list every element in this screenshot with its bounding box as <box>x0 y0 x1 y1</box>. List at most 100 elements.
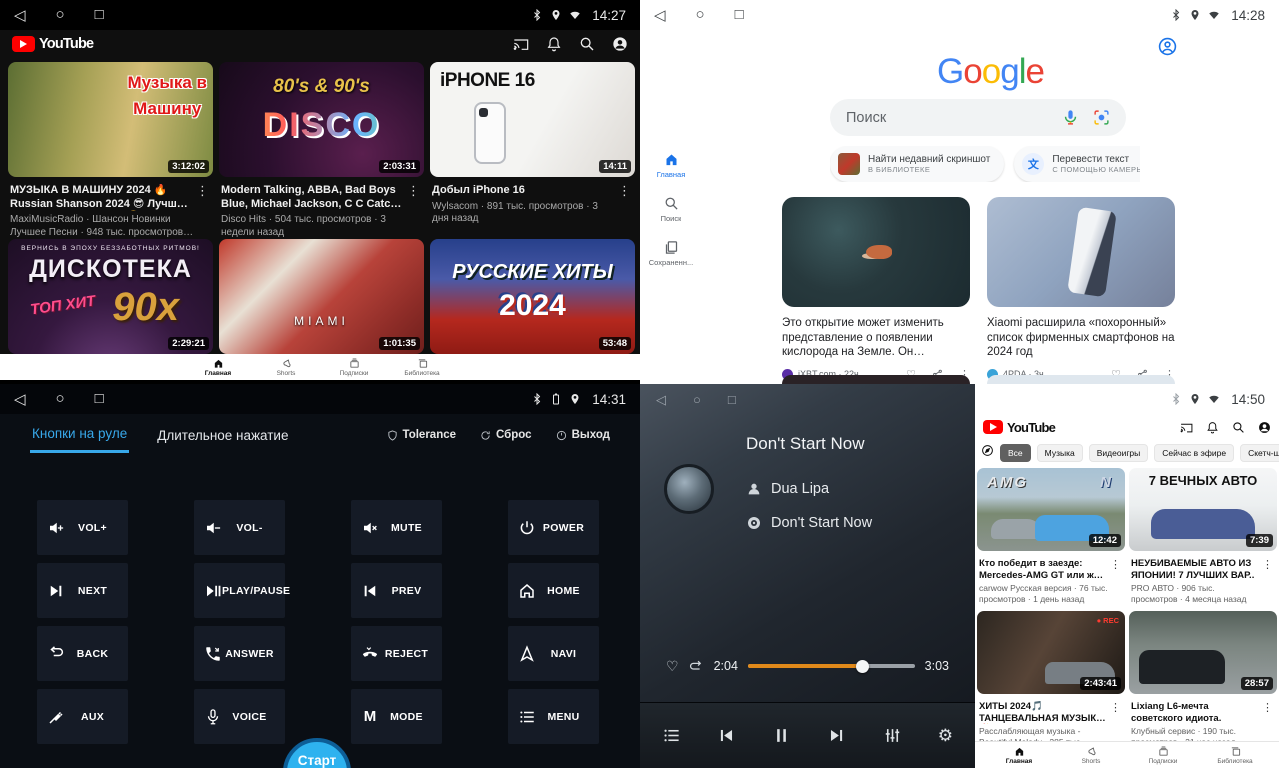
android-back-button[interactable]: ◁ <box>14 6 26 24</box>
tolerance-button[interactable]: Tolerance <box>387 429 456 441</box>
video-thumbnail[interactable]: REC 2:43:41 <box>977 611 1125 694</box>
video-thumbnail[interactable]: 7 ВЕЧНЫХ АВТО 7:39 <box>1129 468 1277 551</box>
youtube-logo[interactable]: YouTube <box>983 420 1055 435</box>
explore-icon[interactable] <box>981 444 994 462</box>
video-card[interactable]: REC 2:43:41 ХИТЫ 2024🎵 ТАНЦЕВАЛЬНАЯ МУЗЫ… <box>977 611 1125 747</box>
notifications-icon[interactable] <box>1206 421 1219 434</box>
equalizer-icon[interactable] <box>883 726 902 745</box>
account-avatar-icon[interactable] <box>612 36 628 52</box>
album-art[interactable] <box>664 464 714 514</box>
chip-sketch[interactable]: Скетч-шоу <box>1240 444 1279 462</box>
button-play-pause[interactable]: PLAY/PAUSE <box>194 563 285 618</box>
android-home-button[interactable]: ○ <box>56 6 65 24</box>
search-icon[interactable] <box>1232 421 1245 434</box>
rail-search[interactable]: Поиск <box>640 196 702 223</box>
video-thumbnail[interactable]: ВЕРНИСЬ В ЭПОХУ БЕЗЗАБОТНЫХ РИТМОВ! ДИСК… <box>8 239 213 354</box>
button-aux[interactable]: AUX <box>37 689 128 744</box>
queue-icon[interactable] <box>662 726 681 745</box>
more-icon[interactable]: ⋮ <box>1260 558 1275 604</box>
button-mode[interactable]: M MODE <box>351 689 442 744</box>
cast-icon[interactable] <box>1180 421 1193 434</box>
video-card[interactable]: 7 ВЕЧНЫХ АВТО 7:39 НЕУБИВАЕМЫЕ АВТО ИЗ Я… <box>1129 468 1277 604</box>
video-thumbnail[interactable]: AMG N 12:42 <box>977 468 1125 551</box>
more-icon[interactable]: ⋮ <box>616 184 633 226</box>
more-icon[interactable]: ⋮ <box>194 184 211 239</box>
video-card[interactable]: 28:57 Lixiang L6-мечта советского идиота… <box>1129 611 1277 747</box>
nav-home[interactable]: Главная <box>194 358 242 377</box>
search-input[interactable]: Поиск <box>830 99 1126 136</box>
button-prev[interactable]: PREV <box>351 563 442 618</box>
search-icon[interactable] <box>579 36 595 52</box>
button-next[interactable]: NEXT <box>37 563 128 618</box>
button-vol-minus[interactable]: VOL- <box>194 500 285 555</box>
android-recents-button[interactable]: □ <box>728 392 736 408</box>
video-thumbnail[interactable]: iPHONE 16 14:11 <box>430 62 635 177</box>
microphone-icon[interactable] <box>1062 109 1079 126</box>
chip-translate[interactable]: 文 Перевести текстС ПОМОЩЬЮ КАМЕРЫ <box>1014 146 1140 182</box>
button-mute[interactable]: MUTE <box>351 500 442 555</box>
more-icon[interactable]: ⋮ <box>1108 558 1123 604</box>
android-recents-button[interactable]: □ <box>95 390 104 408</box>
button-home[interactable]: HOME <box>508 563 599 618</box>
android-home-button[interactable]: ○ <box>693 392 701 408</box>
google-lens-icon[interactable] <box>1093 109 1110 126</box>
button-power[interactable]: POWER <box>508 500 599 555</box>
button-answer[interactable]: ANSWER <box>194 626 285 681</box>
video-card[interactable]: Музыка вМашину 3:12:02 МУЗЫКА В МАШИНУ 2… <box>8 62 213 239</box>
cast-icon[interactable] <box>513 36 529 52</box>
settings-gear-icon[interactable]: ⚙ <box>938 726 953 746</box>
chip-all[interactable]: Все <box>1000 444 1031 462</box>
seek-bar[interactable] <box>748 664 915 668</box>
android-recents-button[interactable]: □ <box>95 6 104 24</box>
exit-button[interactable]: Выход <box>556 429 610 441</box>
button-voice[interactable]: VOICE <box>194 689 285 744</box>
android-recents-button[interactable]: □ <box>735 6 744 24</box>
notifications-icon[interactable] <box>546 36 562 52</box>
repeat-icon[interactable] <box>689 659 704 674</box>
chip-find-screenshot[interactable]: Найти недавний скриншотВ БИБЛИОТЕКЕ <box>830 146 1004 182</box>
reset-button[interactable]: Сброс <box>480 429 532 441</box>
video-thumbnail[interactable]: Музыка вМашину 3:12:02 <box>8 62 213 177</box>
chip-live[interactable]: Сейчас в эфире <box>1154 444 1234 462</box>
youtube-logo[interactable]: YouTube <box>12 36 93 52</box>
nav-subscriptions[interactable]: Подписки <box>330 358 378 377</box>
account-avatar-icon[interactable] <box>1258 421 1271 434</box>
button-menu[interactable]: MENU <box>508 689 599 744</box>
rail-saved[interactable]: Сохраненн... <box>640 240 702 267</box>
video-thumbnail[interactable]: 80's & 90's DISCO 2:03:31 <box>219 62 424 177</box>
tab-steering-buttons[interactable]: Кнопки на руле <box>30 417 129 453</box>
rail-home[interactable]: Главная <box>640 152 702 179</box>
video-thumbnail[interactable]: MIAMI 1:01:35 <box>219 239 424 354</box>
video-thumbnail[interactable]: 28:57 <box>1129 611 1277 694</box>
android-back-button[interactable]: ◁ <box>656 392 666 408</box>
android-back-button[interactable]: ◁ <box>14 390 26 408</box>
favorite-icon[interactable]: ♡ <box>666 658 679 675</box>
chip-gaming[interactable]: Видеоигры <box>1089 444 1149 462</box>
android-home-button[interactable]: ○ <box>696 6 705 24</box>
video-card[interactable]: AMG N 12:42 Кто победит в заезде: Merced… <box>977 468 1125 604</box>
news-card[interactable]: Xiaomi расширила «похоронный» список фир… <box>987 197 1175 381</box>
video-card[interactable]: 80's & 90's DISCO 2:03:31 Modern Talking… <box>219 62 424 239</box>
video-card[interactable]: iPHONE 16 14:11 Добыл iPhone 16 Wylsacom… <box>430 62 635 239</box>
nav-subscriptions[interactable]: Подписки <box>1139 746 1187 765</box>
tab-long-press[interactable]: Длительное нажатие <box>155 419 290 452</box>
button-navi[interactable]: NAVI <box>508 626 599 681</box>
previous-icon[interactable] <box>717 726 736 745</box>
nav-library[interactable]: Библиотека <box>398 358 446 377</box>
nav-shorts[interactable]: Shorts <box>1067 746 1115 765</box>
video-thumbnail[interactable]: РУССКИЕ ХИТЫ 2024 53:48 <box>430 239 635 354</box>
button-reject[interactable]: REJECT <box>351 626 442 681</box>
news-card[interactable]: Это открытие может изменить представлени… <box>782 197 970 381</box>
android-home-button[interactable]: ○ <box>56 390 65 408</box>
more-icon[interactable]: ⋮ <box>405 184 422 239</box>
android-back-button[interactable]: ◁ <box>654 6 666 24</box>
next-icon[interactable] <box>827 726 846 745</box>
seek-thumb[interactable] <box>856 660 869 673</box>
nav-shorts[interactable]: Shorts <box>262 358 310 377</box>
nav-library[interactable]: Библиотека <box>1211 746 1259 765</box>
pause-icon[interactable] <box>772 726 791 745</box>
button-back[interactable]: BACK <box>37 626 128 681</box>
chip-music[interactable]: Музыка <box>1037 444 1083 462</box>
nav-home[interactable]: Главная <box>995 746 1043 765</box>
button-vol-plus[interactable]: VOL+ <box>37 500 128 555</box>
